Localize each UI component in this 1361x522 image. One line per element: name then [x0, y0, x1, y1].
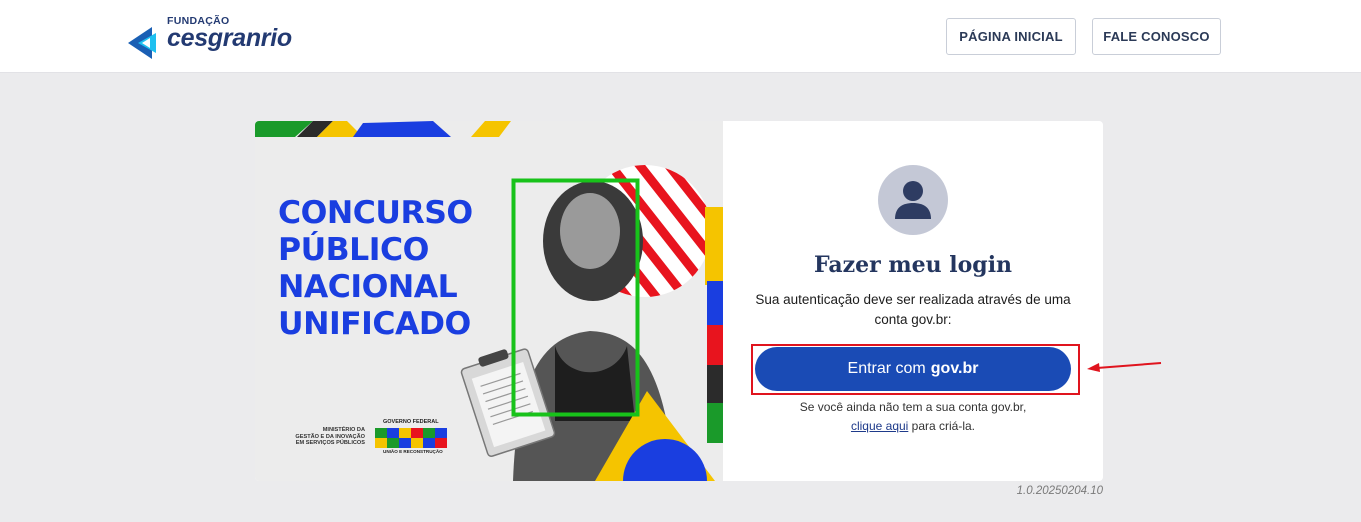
contact-us-button[interactable]: FALE CONOSCO [1092, 18, 1221, 55]
login-card: CONCURSO PÚBLICO NACIONAL UNIFICADO MINI… [255, 121, 1103, 481]
brasil-wordmark-icon [375, 428, 447, 448]
headline-line: PÚBLICO [278, 232, 429, 268]
gov-bottom-text: UNIÃO E RECONSTRUÇÃO [383, 449, 443, 454]
promo-banner: CONCURSO PÚBLICO NACIONAL UNIFICADO MINI… [255, 121, 723, 481]
headline-line: NACIONAL [278, 269, 458, 305]
logo-name-text: cesgranrio [167, 24, 292, 52]
login-title: Fazer meu login [813, 252, 1013, 278]
home-page-button[interactable]: PÁGINA INICIAL [946, 18, 1076, 55]
signup-hint: Se você ainda não tem a sua conta gov.br… [723, 398, 1103, 436]
govbr-button-highlight [751, 344, 1080, 395]
headline-line: CONCURSO [278, 195, 473, 231]
login-description: Sua autenticação deve ser realizada atra… [755, 292, 1071, 327]
signup-line: Se você ainda não tem a sua conta gov.br… [799, 400, 1027, 414]
headline-line: UNIFICADO [278, 306, 471, 342]
create-account-link[interactable]: clique aqui [851, 419, 908, 433]
cesgranrio-logo[interactable]: FUNDAÇÃO cesgranrio [126, 13, 326, 61]
banner-headline: CONCURSO PÚBLICO NACIONAL UNIFICADO [278, 195, 508, 343]
annotation-arrow-icon [1087, 362, 1162, 372]
version-label: 1.0.20250204.10 [1016, 485, 1103, 497]
signup-suffix: para criá-la. [908, 419, 976, 433]
cesgranrio-logo-icon [128, 27, 156, 59]
top-header: FUNDAÇÃO cesgranrio PÁGINA INICIAL FALE … [0, 0, 1361, 73]
ministry-label: MINISTÉRIO DA GESTÃO E DA INOVAÇÃO EM SE… [295, 427, 365, 447]
gov-top-text: GOVERNO FEDERAL [383, 419, 439, 425]
user-avatar-icon [878, 165, 948, 235]
governo-federal-logo: GOVERNO FEDERAL UNIÃO E RECONSTRUÇÃO [375, 419, 453, 459]
